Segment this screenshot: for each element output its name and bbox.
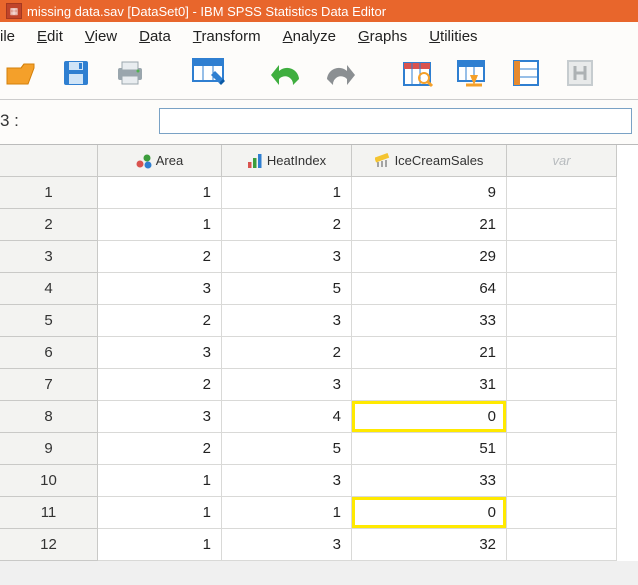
cell-icecreamsales[interactable]: 51 <box>352 433 507 465</box>
print-icon[interactable] <box>112 55 148 91</box>
undo-icon[interactable] <box>268 55 304 91</box>
cell-icecreamsales[interactable]: 31 <box>352 369 507 401</box>
row-header[interactable]: 1 <box>0 177 98 209</box>
cell-icecreamsales[interactable]: 33 <box>352 465 507 497</box>
cell-icecreamsales[interactable]: 32 <box>352 529 507 561</box>
data-grid[interactable]: Area HeatIndex IceCreamSales var 1119212… <box>0 145 638 561</box>
cell-empty[interactable] <box>507 401 617 433</box>
redo-icon[interactable] <box>322 55 358 91</box>
cell-heatindex[interactable]: 5 <box>222 273 352 305</box>
window-titlebar: ▦ missing data.sav [DataSet0] - IBM SPSS… <box>0 0 638 22</box>
menu-data[interactable]: Data <box>139 28 171 45</box>
menu-view[interactable]: View <box>85 28 117 45</box>
goto-variable-icon[interactable] <box>454 55 490 91</box>
cell-icecreamsales[interactable]: 9 <box>352 177 507 209</box>
row-header[interactable]: 11 <box>0 497 98 529</box>
data-view-icon[interactable] <box>190 55 226 91</box>
column-header-empty[interactable]: var <box>507 145 617 177</box>
cell-heatindex[interactable]: 2 <box>222 337 352 369</box>
cell-heatindex[interactable]: 3 <box>222 305 352 337</box>
cell-area[interactable]: 2 <box>98 305 222 337</box>
cell-area[interactable]: 1 <box>98 209 222 241</box>
goto-case-icon[interactable] <box>400 55 436 91</box>
cell-heatindex[interactable]: 1 <box>222 177 352 209</box>
menubar: ile Edit View Data Transform Analyze Gra… <box>0 22 638 51</box>
nominal-icon <box>136 153 152 169</box>
row-header[interactable]: 3 <box>0 241 98 273</box>
app-icon: ▦ <box>6 3 22 19</box>
cell-heatindex[interactable]: 3 <box>222 241 352 273</box>
row-header[interactable]: 8 <box>0 401 98 433</box>
cell-empty[interactable] <box>507 177 617 209</box>
row-header[interactable]: 6 <box>0 337 98 369</box>
cell-empty[interactable] <box>507 465 617 497</box>
cell-icecreamsales[interactable]: 29 <box>352 241 507 273</box>
cell-area[interactable]: 2 <box>98 241 222 273</box>
cell-heatindex[interactable]: 2 <box>222 209 352 241</box>
cell-icecreamsales[interactable]: 0 <box>352 497 507 529</box>
row-header[interactable]: 10 <box>0 465 98 497</box>
cell-icecreamsales[interactable]: 21 <box>352 337 507 369</box>
column-header-area[interactable]: Area <box>98 145 222 177</box>
variables-icon[interactable] <box>508 55 544 91</box>
cell-empty[interactable] <box>507 209 617 241</box>
cell-empty[interactable] <box>507 369 617 401</box>
cell-value-input[interactable] <box>159 108 632 134</box>
menu-graphs[interactable]: Graphs <box>358 28 407 45</box>
cell-heatindex[interactable]: 4 <box>222 401 352 433</box>
menu-utilities[interactable]: Utilities <box>429 28 477 45</box>
cell-area[interactable]: 1 <box>98 465 222 497</box>
column-header-icecreamsales[interactable]: IceCreamSales <box>352 145 507 177</box>
run-icon[interactable] <box>562 55 598 91</box>
toolbar <box>0 51 638 100</box>
cell-empty[interactable] <box>507 433 617 465</box>
cell-icecreamsales[interactable]: 0 <box>352 401 507 433</box>
cell-empty[interactable] <box>507 241 617 273</box>
cell-area[interactable]: 2 <box>98 433 222 465</box>
menu-analyze[interactable]: Analyze <box>283 28 336 45</box>
cell-area[interactable]: 3 <box>98 337 222 369</box>
cell-heatindex[interactable]: 1 <box>222 497 352 529</box>
cell-reference-bar: 3 : <box>0 100 638 145</box>
grid-corner <box>0 145 98 177</box>
cell-empty[interactable] <box>507 529 617 561</box>
menu-transform[interactable]: Transform <box>193 28 261 45</box>
row-header[interactable]: 5 <box>0 305 98 337</box>
cell-icecreamsales[interactable]: 21 <box>352 209 507 241</box>
row-header[interactable]: 2 <box>0 209 98 241</box>
save-icon[interactable] <box>58 55 94 91</box>
cell-area[interactable]: 3 <box>98 273 222 305</box>
cell-heatindex[interactable]: 3 <box>222 369 352 401</box>
cell-area[interactable]: 1 <box>98 497 222 529</box>
cell-heatindex[interactable]: 3 <box>222 529 352 561</box>
row-header[interactable]: 12 <box>0 529 98 561</box>
cell-area[interactable]: 1 <box>98 177 222 209</box>
scale-icon <box>375 153 391 169</box>
menu-edit[interactable]: Edit <box>37 28 63 45</box>
column-header-heatindex[interactable]: HeatIndex <box>222 145 352 177</box>
open-icon[interactable] <box>4 55 40 91</box>
row-header[interactable]: 9 <box>0 433 98 465</box>
cell-area[interactable]: 2 <box>98 369 222 401</box>
ordinal-icon <box>247 153 263 169</box>
cell-empty[interactable] <box>507 337 617 369</box>
menu-file[interactable]: ile <box>0 28 15 45</box>
cell-empty[interactable] <box>507 305 617 337</box>
cell-reference-label: 3 : <box>0 111 159 131</box>
cell-heatindex[interactable]: 3 <box>222 465 352 497</box>
cell-empty[interactable] <box>507 497 617 529</box>
cell-area[interactable]: 3 <box>98 401 222 433</box>
window-title: missing data.sav [DataSet0] - IBM SPSS S… <box>27 4 386 19</box>
cell-icecreamsales[interactable]: 64 <box>352 273 507 305</box>
row-header[interactable]: 7 <box>0 369 98 401</box>
cell-empty[interactable] <box>507 273 617 305</box>
row-header[interactable]: 4 <box>0 273 98 305</box>
cell-heatindex[interactable]: 5 <box>222 433 352 465</box>
cell-icecreamsales[interactable]: 33 <box>352 305 507 337</box>
cell-area[interactable]: 1 <box>98 529 222 561</box>
